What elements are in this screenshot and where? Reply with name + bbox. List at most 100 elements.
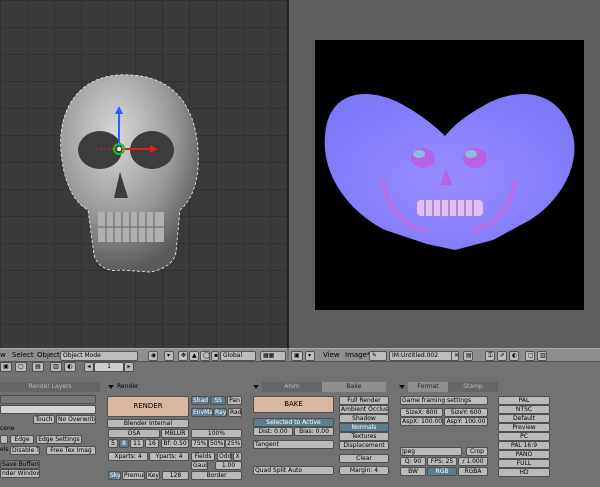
xparts-field[interactable]: Xparts: 4 — [108, 452, 148, 461]
preset-pal[interactable]: PAL — [498, 396, 550, 405]
osa-16[interactable]: 16 — [145, 439, 159, 448]
preset-pc[interactable]: PC — [498, 432, 550, 441]
osa-5[interactable]: 5 — [108, 439, 118, 448]
gauss-toggle[interactable]: Gaus — [191, 461, 208, 470]
save-buffers-button[interactable]: Save Buffers — [0, 460, 40, 469]
anim-panel-header[interactable] — [253, 382, 262, 392]
baked-image-canvas[interactable] — [315, 40, 584, 310]
collapse-icon[interactable] — [108, 384, 114, 389]
lock-icon[interactable]: ⚿ — [485, 351, 495, 361]
format-panel-header[interactable] — [399, 382, 408, 392]
envmap-toggle[interactable]: EnvMa — [191, 408, 213, 417]
edge-button[interactable]: Edge — [10, 435, 34, 444]
skull-model[interactable] — [0, 0, 287, 348]
key-toggle[interactable]: Key — [146, 471, 160, 480]
render-layer-slider[interactable] — [0, 405, 96, 414]
preset-pano[interactable]: PANO — [498, 450, 550, 459]
pivot-dropdown-icon[interactable]: ▾ — [164, 351, 174, 361]
osa-11[interactable]: 11 — [130, 439, 144, 448]
render-button[interactable]: RENDER — [107, 396, 189, 417]
x-toggle[interactable]: X — [233, 452, 242, 461]
sky-toggle[interactable]: Sky — [108, 471, 121, 480]
3d-viewport[interactable] — [0, 0, 287, 348]
render-window-button[interactable]: nder Window — [0, 469, 40, 478]
layer-buttons[interactable]: ▦▦ — [260, 351, 286, 361]
panel-type-icon[interactable]: ▣ — [0, 362, 12, 372]
collapse-icon[interactable] — [399, 384, 405, 389]
margin-field[interactable]: Margin: 4 — [339, 466, 389, 475]
preset-full[interactable]: FULL — [498, 459, 550, 468]
fields-toggle[interactable]: Fields — [191, 452, 215, 461]
osa-8[interactable]: 8 — [119, 439, 129, 448]
odd-toggle[interactable]: Odd — [217, 452, 232, 461]
bake-tab[interactable]: Bake — [322, 382, 386, 392]
percentage-50[interactable]: 50% — [208, 439, 225, 448]
gauss-value-field[interactable]: 1.00 — [215, 461, 242, 470]
pivot-icon[interactable]: ◉ — [148, 351, 158, 361]
displacement-option[interactable]: Displacement — [339, 441, 389, 450]
preset-pal-16-9[interactable]: PAL 16:9 — [498, 441, 550, 450]
quad-split-select[interactable]: Quad Split Auto — [253, 466, 334, 475]
bias-field[interactable]: Bias: 0.00 — [294, 427, 334, 436]
ray-toggle[interactable]: Ray — [213, 408, 227, 417]
page-prev-icon[interactable]: ◂ — [84, 362, 94, 372]
select-menu[interactable]: Select — [12, 351, 34, 359]
editor-type-icon[interactable]: ▣ — [291, 351, 303, 361]
format-tab[interactable]: Format — [408, 382, 448, 392]
view-menu[interactable]: View — [323, 351, 340, 359]
percentage-100[interactable]: 100% — [191, 429, 242, 438]
orientation-select[interactable]: Global — [220, 351, 256, 361]
shadow-option[interactable]: Shadow — [339, 414, 389, 423]
scene-context-icon[interactable]: ▤ — [32, 362, 44, 372]
border-toggle[interactable]: Border — [191, 471, 242, 480]
image-name-field[interactable]: IM:Untitled.002 — [389, 351, 459, 361]
radio-toggle[interactable]: Radi — [228, 408, 242, 417]
full-render-option[interactable]: Full Render — [339, 396, 389, 405]
preset-preview[interactable]: Preview — [498, 423, 550, 432]
percentage-75[interactable]: 75% — [191, 439, 208, 448]
aspx-field[interactable]: AspX: 100.00 — [400, 417, 443, 426]
alpha-icon[interactable]: ◐ — [509, 351, 519, 361]
crop-toggle[interactable]: Crop — [466, 447, 488, 456]
collapse-menu-icon[interactable]: ▾ — [305, 351, 315, 361]
bw-toggle[interactable]: BW — [400, 467, 426, 476]
preset-hd[interactable]: HD — [498, 468, 550, 477]
render-panel-header[interactable]: Render — [108, 382, 138, 392]
preset-default[interactable]: Default — [498, 414, 550, 423]
touch-button[interactable]: Touch — [33, 415, 55, 424]
sizey-field[interactable]: SizeY: 600 — [444, 408, 488, 417]
render-engine-select[interactable]: Blender Internal — [107, 419, 189, 428]
object-menu[interactable]: Object — [37, 351, 60, 359]
render-layers-tab[interactable]: Render Layers — [0, 382, 100, 392]
mode-select[interactable]: Object Mode — [60, 351, 138, 361]
anim-context-icon[interactable]: ▥ — [50, 362, 62, 372]
preset-ntsc[interactable]: NTSC — [498, 405, 550, 414]
fps-base-field[interactable]: / 1.000 — [458, 457, 488, 466]
premul-toggle[interactable]: Premul — [122, 471, 145, 480]
free-tex-button[interactable]: Free Tex Imag — [46, 446, 96, 455]
aspy-field[interactable]: AspY: 100.00 — [444, 417, 488, 426]
uv-image-editor[interactable] — [289, 0, 600, 348]
page-field[interactable]: 1 — [94, 362, 124, 372]
normals-option[interactable]: Normals — [339, 423, 389, 432]
image-browse-icon[interactable]: ▤ — [463, 351, 473, 361]
dist-field[interactable]: Dist: 0.00 — [253, 427, 293, 436]
clear-toggle[interactable]: Clear — [339, 454, 389, 463]
blur-factor-field[interactable]: Bf: 0.50 — [161, 439, 189, 448]
anim-tab[interactable]: Anim — [262, 382, 322, 392]
render-view-icon[interactable]: ▢ — [525, 351, 535, 361]
rgba-toggle[interactable]: RGBA — [458, 467, 488, 476]
ambient-occlusion-option[interactable]: Ambient Occlusi — [339, 405, 389, 414]
sound-context-icon[interactable]: ◐ — [64, 362, 76, 372]
size-select[interactable]: 128 — [162, 471, 189, 480]
textures-option[interactable]: Textures — [339, 432, 389, 441]
render-context-icon[interactable]: ▢ — [15, 362, 27, 372]
scale-icon[interactable]: ▪ — [211, 351, 219, 361]
shadow-toggle[interactable]: Shado — [191, 396, 209, 405]
page-next-icon[interactable]: ▸ — [124, 362, 134, 372]
edge-icon[interactable] — [0, 435, 8, 444]
translate-icon[interactable]: ▲ — [189, 351, 199, 361]
percentage-25[interactable]: 25% — [225, 439, 242, 448]
disable-tex-button[interactable]: Disable Te — [10, 446, 40, 455]
file-type-select[interactable]: Jpeg — [400, 447, 462, 456]
